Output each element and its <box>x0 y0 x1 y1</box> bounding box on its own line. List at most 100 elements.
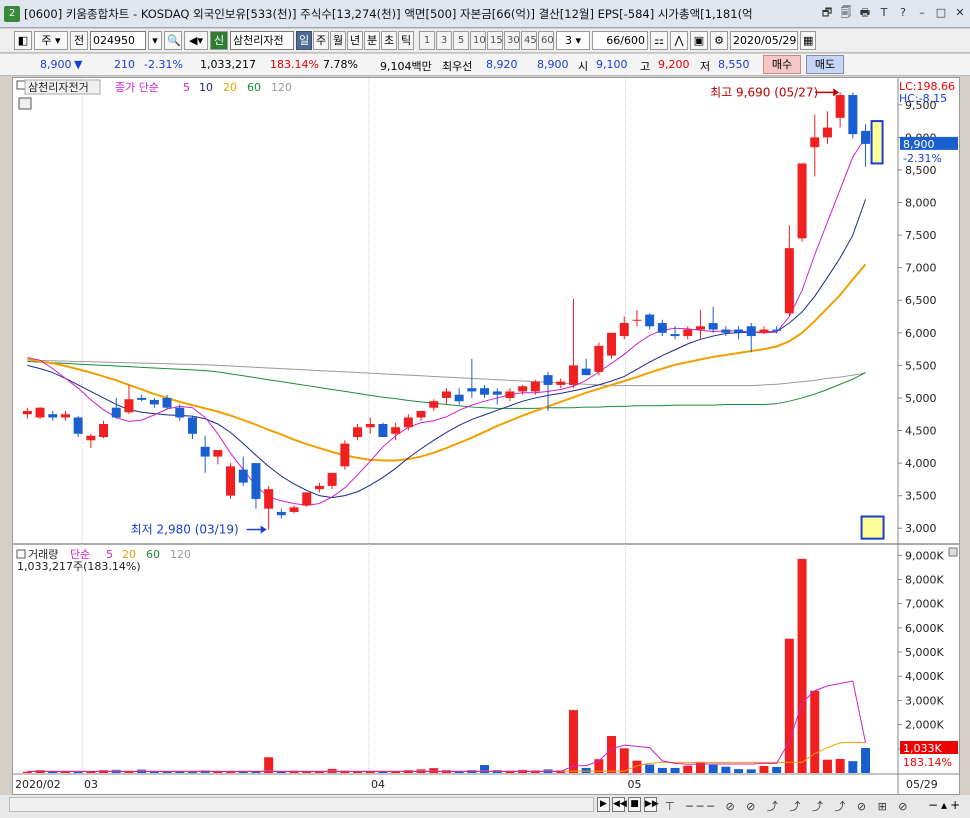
line-tool-icon[interactable]: ⋀ <box>670 31 688 50</box>
minute-button-7[interactable]: 60 <box>538 31 554 50</box>
current-price: 8,900 <box>40 58 72 71</box>
chart-area[interactable]: 9,5009,0008,5008,0007,5007,0006,5006,000… <box>12 77 960 795</box>
window-button-2[interactable]: 🖶 <box>857 5 873 21</box>
search-icon[interactable]: 🔍 <box>164 31 182 50</box>
open-value: 9,100 <box>596 58 628 71</box>
candle-body <box>467 388 477 392</box>
open-label: 시 <box>578 60 589 73</box>
candle-body <box>238 469 248 483</box>
volume-tick-label: 8,000K <box>905 573 944 586</box>
period-button-0[interactable]: 일 <box>296 31 312 50</box>
ma-period-label: 60 <box>247 81 261 94</box>
minute-button-0[interactable]: 1 <box>419 31 435 50</box>
count-max: /600 <box>620 34 645 47</box>
window-button-6[interactable]: □ <box>933 5 949 21</box>
volume-bar <box>607 735 617 773</box>
drawing-tools[interactable]: ⊤ ─── ⊘ ⊘ ⤴ ⤴ ⤴ ⤴ ⊘ ⊞ ⊘ <box>665 798 912 814</box>
stock-code-input[interactable]: 024950 <box>90 31 146 50</box>
candle-body <box>619 323 629 337</box>
minute-button-2[interactable]: 5 <box>453 31 469 50</box>
chevron-down-icon[interactable]: ▾ <box>148 31 162 50</box>
volume-bar <box>645 764 655 773</box>
ma-period-label: 5 <box>183 81 190 94</box>
candle-body <box>734 329 744 333</box>
high-label: 고 <box>640 60 651 73</box>
play-icon[interactable]: ▶ <box>597 797 610 812</box>
volume-marker-box <box>860 515 885 540</box>
minute-button-4[interactable]: 15 <box>487 31 503 50</box>
bottom-bar: ▶ ◀◀ ■ ▶▶ ⊤ ─── ⊘ ⊘ ⤴ ⤴ ⤴ ⤴ ⊘ ⊞ ⊘ −▴+ <box>0 795 970 818</box>
volume-bar <box>187 772 197 774</box>
minute-button-5[interactable]: 30 <box>504 31 520 50</box>
period-button-6[interactable]: 틱 <box>398 31 414 50</box>
horizontal-scrollbar[interactable] <box>9 797 594 812</box>
volume-bar <box>657 767 667 773</box>
candle-body <box>124 399 134 413</box>
low-value: 8,550 <box>718 58 750 71</box>
stop-icon[interactable]: ■ <box>628 797 641 812</box>
minute-button-1[interactable]: 3 <box>436 31 452 50</box>
shin-button[interactable]: 신 <box>210 31 228 50</box>
volume-toggle-icon <box>16 549 26 559</box>
candle-body <box>187 417 197 434</box>
rewind-icon[interactable]: ◀◀ <box>612 797 627 812</box>
market-type-label: 주 <box>41 34 52 47</box>
period-button-3[interactable]: 년 <box>347 31 363 50</box>
date-input[interactable]: 2020/05/29 <box>730 31 798 50</box>
minute-buttons: 1 3 5 10 15 30 45 60 <box>419 31 554 50</box>
candle-body <box>226 466 236 496</box>
window-button-4[interactable]: ? <box>895 5 911 21</box>
volume-ma5-line <box>27 680 867 773</box>
candle-body <box>683 329 693 337</box>
best-ask-value: 8,920 <box>486 58 518 71</box>
zoom-controls[interactable]: −▴+ <box>928 798 963 812</box>
count-input[interactable]: 66/600 <box>592 31 648 50</box>
ma120-line <box>27 359 866 387</box>
candle-body <box>632 319 642 321</box>
candle-body <box>568 365 578 385</box>
fast-forward-icon[interactable]: ▶▶ <box>644 797 659 812</box>
sell-button[interactable]: 매도 <box>806 55 844 74</box>
turnover-rate: 7.78% <box>323 58 358 71</box>
x-axis-label: 04 <box>371 778 385 791</box>
minute-button-3[interactable]: 10 <box>470 31 486 50</box>
period-button-1[interactable]: 주 <box>313 31 329 50</box>
candle-body <box>276 511 286 516</box>
candle-body <box>340 443 350 467</box>
window-button-7[interactable]: ✕ <box>952 5 968 21</box>
gear-icon[interactable]: ⚙ <box>710 31 728 50</box>
price-volume-chart[interactable]: 9,5009,0008,5008,0007,5007,0006,5006,000… <box>13 78 959 794</box>
candle-body <box>264 489 274 509</box>
speaker-icon[interactable]: ◀▾ <box>184 31 208 50</box>
volume-bar <box>708 764 718 773</box>
minute-button-6[interactable]: 45 <box>521 31 537 50</box>
volume-bar <box>695 761 705 773</box>
window-button-3[interactable]: T <box>876 5 892 21</box>
save-icon[interactable]: ▣ <box>690 31 708 50</box>
chart-layout-icon[interactable]: ◧ <box>14 31 32 50</box>
volume-value-label: 1,033,217주(183.14%) <box>17 560 141 573</box>
buy-button[interactable]: 매수 <box>763 55 801 74</box>
volume-pct: 183.14% <box>270 58 319 71</box>
calendar-icon[interactable]: ▦ <box>800 31 816 50</box>
price-tick-label: 6,500 <box>905 294 937 307</box>
low-label: 저 <box>700 60 711 73</box>
period-button-4[interactable]: 분 <box>364 31 380 50</box>
window-button-0[interactable]: 🗗 <box>819 5 835 21</box>
candle-settings-icon[interactable]: ⚏ <box>650 31 668 50</box>
volume-ma-period: 120 <box>170 548 191 561</box>
x-axis-right-label: 05/29 <box>906 778 938 791</box>
jeon-button[interactable]: 전 <box>70 31 88 50</box>
market-type-select[interactable]: 주 ▾ <box>34 31 68 50</box>
app-icon: 2 <box>4 5 20 22</box>
price-tick-label: 8,500 <box>905 164 937 177</box>
candle-body <box>721 329 731 333</box>
candle-body <box>708 323 718 330</box>
price-change: 210 <box>114 58 135 71</box>
window-button-5[interactable]: – <box>914 5 930 21</box>
interval-select[interactable]: 3 ▾ <box>556 31 590 50</box>
volume-bar <box>683 765 693 773</box>
period-button-5[interactable]: 초 <box>381 31 397 50</box>
window-button-1[interactable]: 🗐 <box>838 5 854 21</box>
period-button-2[interactable]: 월 <box>330 31 346 50</box>
